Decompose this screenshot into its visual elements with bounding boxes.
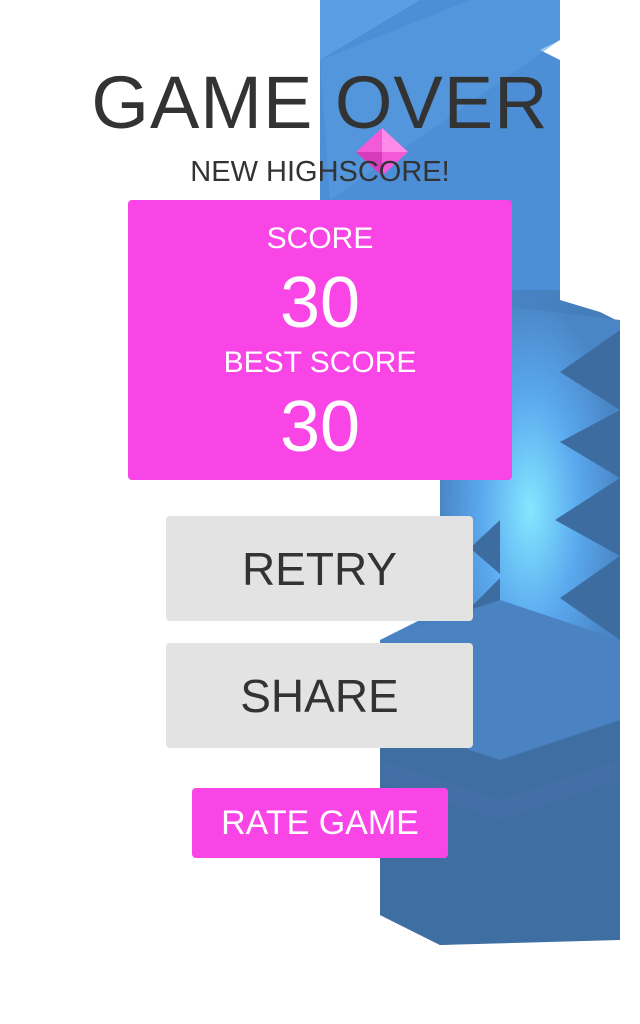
- score-value: 30: [279, 263, 361, 343]
- rate-game-button[interactable]: RATE GAME: [192, 788, 448, 858]
- new-highscore-label: NEW HIGHSCORE!: [190, 156, 450, 188]
- retry-button[interactable]: RETRY: [166, 516, 473, 621]
- score-label: SCORE: [266, 222, 374, 255]
- game-over-title: GAME OVER: [91, 61, 549, 144]
- game-scene: [320, 0, 620, 945]
- score-panel: SCORE 30 BEST SCORE 30: [128, 200, 512, 480]
- share-button[interactable]: SHARE: [166, 643, 473, 748]
- best-score-value: 30: [279, 387, 361, 467]
- best-score-label: BEST SCORE: [223, 346, 417, 379]
